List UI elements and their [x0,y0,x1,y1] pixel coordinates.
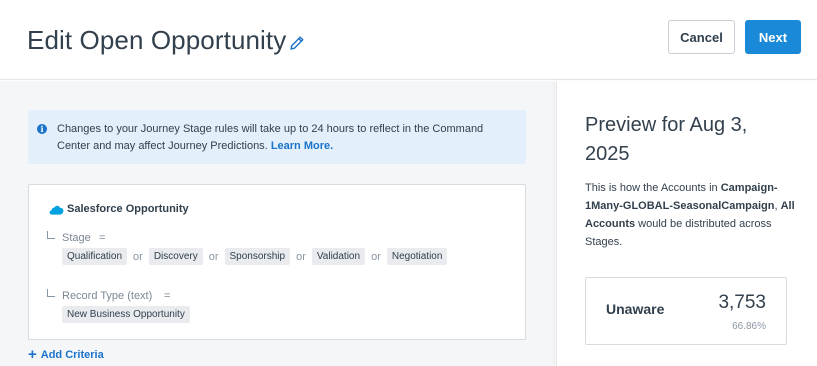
stage-summary-card: Unaware 3,753 66.86% [585,277,787,345]
stage-count: 3,753 [718,292,766,313]
record-type-values: New Business Opportunity [62,306,190,323]
preview-title: Preview for Aug 3, 2025 [585,114,748,165]
or-separator: or [296,250,306,263]
preview-panel: Preview for Aug 3, 2025 This is how the … [556,81,817,366]
or-separator: or [371,250,381,263]
value-chip: Sponsorship [224,248,291,265]
preview-desc-prefix: This is how the Accounts in [585,182,721,194]
next-button[interactable]: Next [745,20,801,54]
value-chip: Negotiation [386,248,448,265]
criteria-card: Salesforce Opportunity Stage = Qualifica… [28,184,526,340]
salesforce-cloud-icon [49,205,64,215]
stage-values: Qualification or Discovery or Sponsorshi… [62,248,448,265]
value-chip: Discovery [148,248,203,265]
stage-percent: 66.86% [732,321,766,332]
stage-name: Unaware [606,301,665,317]
cancel-button[interactable]: Cancel [668,20,735,54]
info-icon: i [37,124,47,134]
criteria-source-title: Salesforce Opportunity [67,203,189,215]
value-chip: Qualification [62,248,128,265]
field-operator: = [99,232,106,244]
add-criteria-button[interactable]: + Add Criteria [28,346,104,363]
field-label-stage: Stage [62,232,91,244]
plus-icon: + [28,346,37,363]
add-criteria-label: Add Criteria [40,349,104,361]
preview-description: This is how the Accounts in Campaign-1Ma… [585,179,795,251]
value-chip: New Business Opportunity [62,306,190,323]
branch-connector-icon [47,289,55,297]
or-separator: or [133,250,143,263]
criteria-panel: i Changes to your Journey Stage rules wi… [0,81,555,366]
pencil-icon[interactable] [288,34,306,52]
branch-connector-icon [47,231,55,239]
field-operator: = [164,290,171,302]
info-banner: i Changes to your Journey Stage rules wi… [28,110,526,164]
page-title: Edit Open Opportunity [27,25,287,55]
or-separator: or [208,250,219,263]
field-label-record-type: Record Type (text) [62,290,153,302]
page-header: Edit Open Opportunity Cancel Next [0,0,817,80]
value-chip: Validation [311,248,366,265]
learn-more-link[interactable]: Learn More. [271,140,333,152]
info-banner-text: Changes to your Journey Stage rules will… [57,121,517,155]
